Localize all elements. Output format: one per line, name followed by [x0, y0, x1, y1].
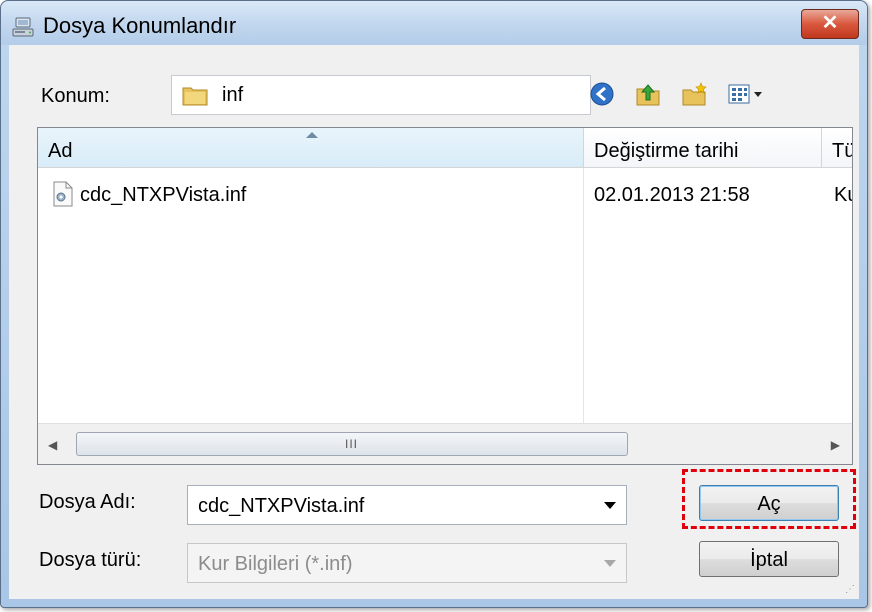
column-header-type[interactable]: Tü: [822, 128, 852, 168]
filename-input[interactable]: cdc_NTXPVista.inf: [187, 485, 627, 525]
column-header-modified[interactable]: Değiştirme tarihi: [584, 128, 822, 168]
file-list[interactable]: Ad Değiştirme tarihi Tü cdc_NTXPVista.in…: [37, 127, 853, 465]
location-path-field[interactable]: inf: [171, 75, 591, 115]
resize-grip-icon[interactable]: ⋰: [845, 584, 855, 595]
computer-drive-icon: [12, 17, 34, 37]
scroll-left-arrow-icon[interactable]: ◀: [48, 438, 57, 452]
scroll-thumb[interactable]: III: [76, 432, 628, 456]
file-modified: 02.01.2013 21:58: [594, 184, 750, 206]
horizontal-scrollbar[interactable]: ◀ III ▶: [38, 423, 852, 464]
file-type: Ku: [834, 184, 852, 206]
title-bar[interactable]: Dosya Konumlandır ✕: [1, 1, 867, 45]
filetype-select: Kur Bilgileri (*.inf): [187, 543, 627, 583]
filename-label: Dosya Adı:: [39, 491, 136, 513]
dialog-body: Konum: inf Ad Değiştirme tarihi T cdc_NT…: [9, 45, 859, 599]
inf-file-icon: [53, 181, 73, 207]
column-header-name[interactable]: Ad: [38, 128, 584, 168]
folder-icon: [182, 87, 208, 106]
scroll-right-arrow-icon[interactable]: ▶: [831, 438, 840, 452]
new-folder-icon[interactable]: [681, 81, 707, 107]
back-arrow-icon[interactable]: [589, 81, 615, 107]
scroll-grip: III: [345, 437, 359, 451]
chevron-down-icon: [604, 560, 616, 567]
location-path-text: inf: [222, 84, 244, 106]
filetype-label: Dosya türü:: [39, 549, 142, 571]
view-menu-icon[interactable]: [727, 81, 767, 107]
sort-ascending-icon: [306, 132, 318, 138]
column-divider: [583, 168, 584, 423]
chevron-down-icon[interactable]: [604, 502, 616, 509]
dialog-window: Dosya Konumlandır ✕ Konum: inf Ad Değişt…: [0, 0, 868, 608]
close-button[interactable]: ✕: [801, 9, 859, 39]
highlight-box: [682, 469, 856, 529]
location-label: Konum:: [41, 85, 110, 107]
up-folder-icon[interactable]: [635, 81, 661, 107]
cancel-button[interactable]: İptal: [699, 541, 839, 577]
file-name: cdc_NTXPVista.inf: [80, 184, 247, 206]
window-title: Dosya Konumlandır: [43, 13, 237, 38]
